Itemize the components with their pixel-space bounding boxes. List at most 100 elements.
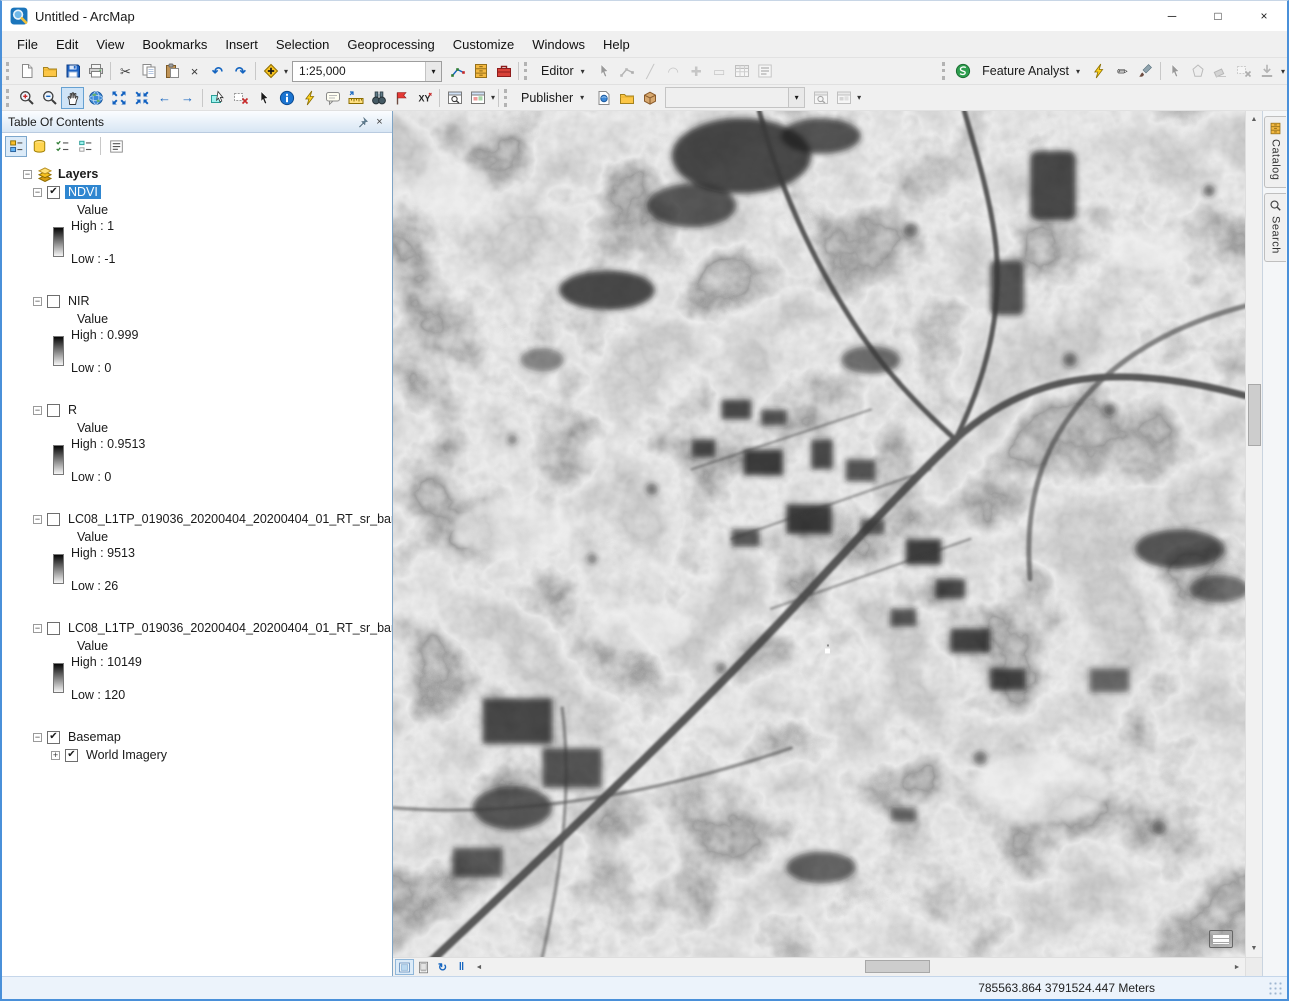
layer-row[interactable]: − ✔ Basemap xyxy=(33,728,392,746)
brush-icon[interactable] xyxy=(1134,60,1157,82)
scroll-up-icon[interactable]: ▲ xyxy=(1246,111,1262,128)
resize-grip[interactable] xyxy=(1268,981,1282,995)
publish-map-button[interactable] xyxy=(592,87,615,109)
horizontal-scroll-thumb[interactable] xyxy=(865,960,930,973)
layer-visibility-checkbox[interactable] xyxy=(47,513,60,526)
expander-icon[interactable]: − xyxy=(33,624,42,633)
layer-row[interactable]: − ✔ NDVI xyxy=(33,183,392,201)
expander-icon[interactable]: − xyxy=(33,406,42,415)
toolbar-overflow-icon[interactable]: ▾ xyxy=(1281,67,1285,76)
map-canvas[interactable] xyxy=(393,111,1245,957)
menu-windows[interactable]: Windows xyxy=(523,33,594,56)
scroll-left-icon[interactable]: ◄ xyxy=(471,959,487,976)
scroll-down-icon[interactable]: ▼ xyxy=(1246,940,1262,957)
tab-catalog[interactable]: Catalog xyxy=(1264,116,1286,188)
toc-options-button[interactable] xyxy=(105,136,127,157)
edit-tool-button[interactable] xyxy=(593,60,616,82)
list-by-source-button[interactable] xyxy=(28,136,50,157)
expander-icon[interactable]: − xyxy=(33,297,42,306)
toc-root-row[interactable]: − Layers xyxy=(23,165,392,183)
rectangle-tool-button[interactable]: ▭ xyxy=(708,60,731,82)
feature-analyst-menu-button[interactable]: Feature Analyst ▾ xyxy=(974,60,1088,82)
layer-row[interactable]: − R xyxy=(33,401,392,419)
layer-row[interactable]: − NIR xyxy=(33,292,392,310)
map-horizontal-scrollbar[interactable]: ◄ ► xyxy=(471,958,1245,976)
list-by-visibility-button[interactable] xyxy=(51,136,73,157)
layers-root-label[interactable]: Layers xyxy=(58,167,98,181)
layer-visibility-checkbox[interactable]: ✔ xyxy=(47,186,60,199)
menu-customize[interactable]: Customize xyxy=(444,33,523,56)
layout-view-button[interactable] xyxy=(414,959,433,975)
layer-row[interactable]: − LC08_L1TP_019036_20200404_20200404_01_… xyxy=(33,510,392,528)
menu-file[interactable]: File xyxy=(8,33,47,56)
expander-icon[interactable]: − xyxy=(33,188,42,197)
pencil-icon[interactable]: ✏ xyxy=(1111,60,1134,82)
toc-close-icon[interactable]: × xyxy=(371,113,388,130)
layer-row-world-imagery[interactable]: + ✔ World Imagery xyxy=(51,746,392,764)
arctoolbox-button[interactable] xyxy=(492,60,515,82)
catalog-window-button[interactable] xyxy=(469,60,492,82)
menu-view[interactable]: View xyxy=(87,33,133,56)
pin-icon[interactable] xyxy=(354,113,371,130)
download-icon[interactable] xyxy=(1256,60,1279,82)
menu-geoprocessing[interactable]: Geoprocessing xyxy=(338,33,443,56)
editor-toolbar-button[interactable] xyxy=(446,60,469,82)
scroll-track[interactable] xyxy=(487,958,1229,976)
full-extent-button[interactable] xyxy=(84,87,107,109)
menu-selection[interactable]: Selection xyxy=(267,33,338,56)
toolbar-grip[interactable] xyxy=(504,89,509,107)
add-data-button[interactable] xyxy=(259,60,282,82)
tools-overflow-icon[interactable]: ▾ xyxy=(491,93,495,102)
save-button[interactable] xyxy=(61,60,84,82)
expander-icon[interactable]: − xyxy=(33,515,42,524)
menu-help[interactable]: Help xyxy=(594,33,639,56)
new-document-button[interactable] xyxy=(15,60,38,82)
map-overlay-note-icon[interactable] xyxy=(1209,930,1233,948)
scale-dropdown-icon[interactable]: ▾ xyxy=(425,62,441,81)
layer-name[interactable]: LC08_L1TP_019036_20200404_20200404_01_RT… xyxy=(65,621,392,635)
select-features-button[interactable] xyxy=(206,87,229,109)
find-route-button[interactable] xyxy=(390,87,413,109)
refresh-view-button[interactable]: ↻ xyxy=(433,959,452,975)
pause-drawing-button[interactable]: ‖ xyxy=(452,959,471,975)
map-scale-combo[interactable]: 1:25,000 ▾ xyxy=(292,61,442,82)
fixed-zoom-out-button[interactable] xyxy=(130,87,153,109)
pan-button[interactable] xyxy=(61,87,84,109)
tab-search[interactable]: Search xyxy=(1264,193,1286,262)
vertical-scroll-thumb[interactable] xyxy=(1248,384,1261,446)
feature-analyst-button[interactable] xyxy=(951,60,974,82)
delete-button[interactable]: × xyxy=(183,60,206,82)
create-features-button[interactable] xyxy=(616,60,639,82)
publisher-folder-button[interactable] xyxy=(615,87,638,109)
editor-menu-button[interactable]: Editor ▾ xyxy=(533,60,593,82)
eraser-icon[interactable] xyxy=(1210,60,1233,82)
clear-selected-features-button[interactable] xyxy=(229,87,252,109)
straight-segment-tool-button[interactable]: ╱ xyxy=(639,60,662,82)
viewer-window-button[interactable] xyxy=(466,87,489,109)
clear-selection-icon[interactable] xyxy=(1233,60,1256,82)
layer-visibility-checkbox[interactable] xyxy=(47,404,60,417)
copy-button[interactable] xyxy=(137,60,160,82)
menu-edit[interactable]: Edit xyxy=(47,33,87,56)
attributes-button[interactable] xyxy=(731,60,754,82)
add-data-dropdown-icon[interactable]: ▾ xyxy=(284,67,288,76)
measure-button[interactable] xyxy=(344,87,367,109)
maximize-button[interactable]: □ xyxy=(1195,1,1241,31)
layer-visibility-checkbox[interactable]: ✔ xyxy=(47,731,60,744)
paste-button[interactable] xyxy=(160,60,183,82)
go-to-xy-button[interactable] xyxy=(413,87,436,109)
forward-extent-button[interactable]: → xyxy=(176,87,199,109)
map-vertical-scrollbar[interactable]: ▲ ▼ xyxy=(1245,111,1262,957)
list-by-selection-button[interactable] xyxy=(74,136,96,157)
select-elements-button[interactable] xyxy=(252,87,275,109)
polygon-icon[interactable] xyxy=(1187,60,1210,82)
list-by-drawing-order-button[interactable] xyxy=(5,136,27,157)
magnifier-window-button[interactable] xyxy=(443,87,466,109)
preview-window-button[interactable] xyxy=(809,87,832,109)
redo-button[interactable]: ↷ xyxy=(229,60,252,82)
toolbar-grip[interactable] xyxy=(524,62,529,80)
publisher-menu-button[interactable]: Publisher ▾ xyxy=(513,87,592,109)
sketch-properties-button[interactable] xyxy=(754,60,777,82)
toolbar-grip[interactable] xyxy=(942,62,947,80)
layer-visibility-checkbox[interactable]: ✔ xyxy=(65,749,78,762)
